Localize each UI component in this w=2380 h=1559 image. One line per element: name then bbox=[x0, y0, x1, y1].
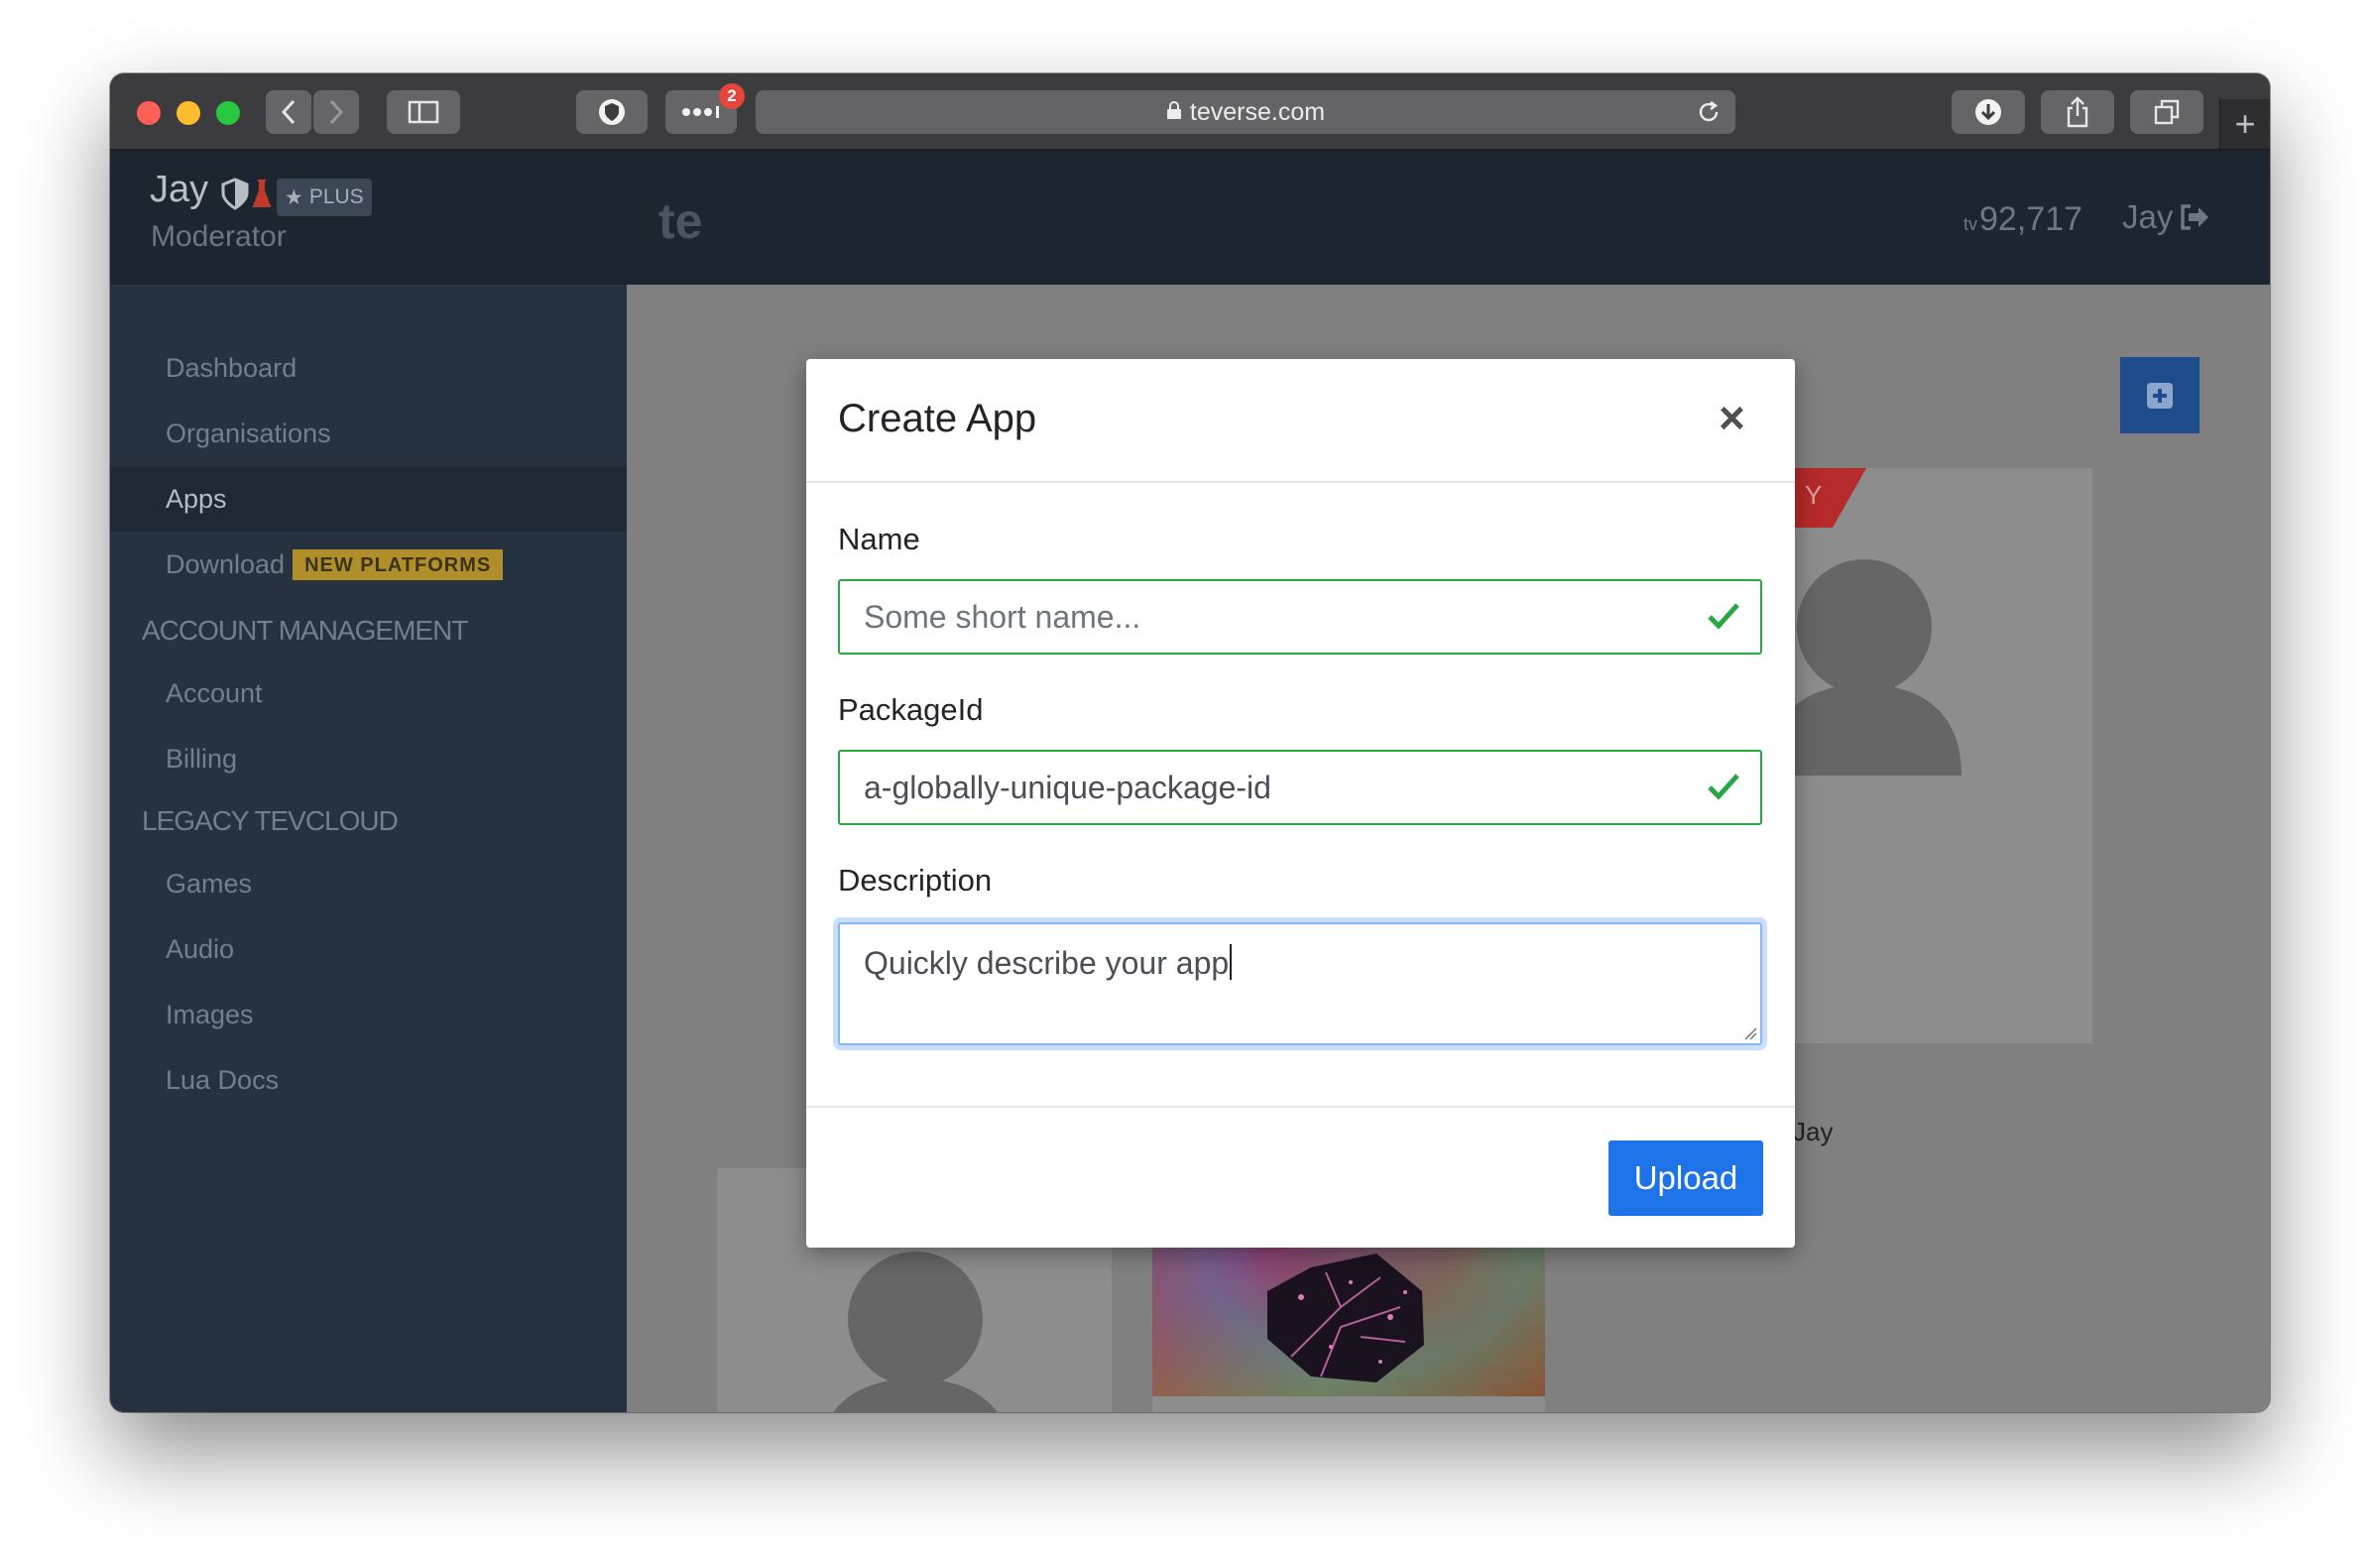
lock-icon bbox=[1166, 98, 1182, 127]
logout-link[interactable]: Jay bbox=[2122, 198, 2210, 236]
valid-check-icon bbox=[1708, 603, 1739, 630]
create-app-modal: Create App × Name Some short name... Pac… bbox=[806, 359, 1795, 1248]
sidebar-user-role: Moderator bbox=[151, 220, 287, 253]
zoom-window-button[interactable] bbox=[216, 101, 240, 125]
tabs-overview-button[interactable] bbox=[2130, 90, 2203, 134]
sign-out-icon bbox=[2181, 204, 2209, 230]
app-card[interactable] bbox=[1755, 468, 2092, 1043]
downloads-button[interactable] bbox=[1952, 90, 2025, 134]
sidebar-header: Jay ★ PLUS Moderator bbox=[110, 151, 627, 285]
package-id-label: PackageId bbox=[838, 692, 984, 727]
sidebar-item-games[interactable]: Games bbox=[110, 851, 627, 916]
minimize-window-button[interactable] bbox=[177, 101, 200, 125]
sidebar-toggle-button[interactable] bbox=[387, 90, 460, 134]
sidebar-item-label: Billing bbox=[166, 743, 238, 774]
chevron-left-icon bbox=[281, 99, 296, 125]
modal-footer-divider bbox=[806, 1106, 1795, 1108]
sidebar-item-label: Account bbox=[166, 677, 263, 708]
sidebar-item-dashboard[interactable]: Dashboard bbox=[110, 335, 627, 401]
forward-button[interactable] bbox=[313, 90, 359, 134]
web-page: Jay ★ PLUS Moderator Dashboard Organisat… bbox=[110, 151, 2270, 1412]
browser-toolbar: 2 teverse.com + bbox=[110, 73, 2270, 151]
sidebar-item-download[interactable]: Download NEW PLATFORMS bbox=[110, 532, 627, 597]
sidebar-icon bbox=[408, 100, 439, 124]
new-tab-button[interactable]: + bbox=[2219, 99, 2270, 149]
card-owner: Jay bbox=[1793, 1117, 1834, 1146]
currency-prefix: tv bbox=[1964, 214, 1978, 234]
download-icon bbox=[1975, 99, 2001, 125]
sidebar-item-label: Lua Docs bbox=[166, 1064, 280, 1095]
package-id-value: a-globally-unique-package-id bbox=[864, 769, 1271, 805]
resize-handle-icon[interactable] bbox=[1743, 1026, 1757, 1040]
account-management-heading: ACCOUNT MANAGEMENT bbox=[142, 615, 468, 646]
share-icon bbox=[2067, 96, 2088, 128]
plus-badge-label: PLUS bbox=[308, 185, 364, 208]
top-user-name: Jay bbox=[2122, 198, 2174, 235]
plus-icon: + bbox=[2234, 103, 2256, 144]
sidebar-item-organisations[interactable]: Organisations bbox=[110, 401, 627, 466]
sidebar-item-audio[interactable]: Audio bbox=[110, 916, 627, 982]
modal-header-divider bbox=[806, 481, 1795, 483]
reload-icon[interactable] bbox=[1696, 99, 1722, 132]
card-ribbon: Y bbox=[1789, 468, 1866, 528]
balance-display: tv92,717 bbox=[1964, 200, 2082, 239]
sidebar-item-lua-docs[interactable]: Lua Docs bbox=[110, 1047, 627, 1113]
sidebar-item-account[interactable]: Account bbox=[110, 660, 627, 726]
flask-icon bbox=[252, 180, 272, 207]
sidebar-item-apps[interactable]: Apps bbox=[110, 466, 627, 532]
sidebar-item-label: Images bbox=[166, 999, 254, 1029]
more-dots-icon bbox=[682, 106, 719, 118]
modal-title: Create App bbox=[838, 397, 1037, 440]
moderator-icons bbox=[221, 177, 277, 217]
sidebar-user-name: Jay bbox=[150, 169, 209, 210]
valid-check-icon bbox=[1708, 774, 1739, 800]
top-navbar: te tv92,717 Jay bbox=[627, 151, 2270, 285]
close-modal-button[interactable]: × bbox=[1719, 395, 1745, 440]
default-avatar-icon bbox=[1767, 559, 1962, 776]
name-label: Name bbox=[838, 522, 920, 556]
tabs-icon bbox=[2154, 99, 2180, 125]
sidebar-item-label: Audio bbox=[166, 933, 235, 964]
star-icon: ★ bbox=[285, 185, 303, 209]
text-caret bbox=[1230, 944, 1233, 980]
back-button[interactable] bbox=[266, 90, 311, 134]
shield-extension-button[interactable] bbox=[576, 90, 648, 134]
sidebar-item-label: Apps bbox=[166, 483, 227, 514]
sidebar-item-label: Dashboard bbox=[166, 352, 298, 383]
sidebar-item-label: Download bbox=[166, 548, 286, 579]
description-textarea[interactable]: Quickly describe your app bbox=[838, 922, 1762, 1045]
description-label: Description bbox=[838, 863, 993, 898]
name-input[interactable]: Some short name... bbox=[838, 579, 1762, 655]
name-placeholder: Some short name... bbox=[864, 598, 1141, 635]
add-app-button[interactable] bbox=[2120, 357, 2200, 433]
chevron-right-icon bbox=[329, 99, 344, 125]
sidebar-item-label: Organisations bbox=[166, 418, 331, 448]
legacy-tevcloud-heading: LEGACY TEVCLOUD bbox=[142, 805, 399, 836]
shield-icon bbox=[221, 178, 249, 210]
brand-logo[interactable]: te bbox=[658, 192, 702, 250]
sidebar-item-billing[interactable]: Billing bbox=[110, 726, 627, 791]
new-platforms-badge: NEW PLATFORMS bbox=[293, 548, 504, 580]
balance-value: 92,717 bbox=[1979, 200, 2083, 238]
notification-badge: 2 bbox=[719, 83, 745, 109]
plus-square-icon bbox=[2147, 382, 2173, 409]
package-id-input[interactable]: a-globally-unique-package-id bbox=[838, 750, 1762, 825]
browser-window: 2 teverse.com + Jay ★ PLUS Moderator Das… bbox=[110, 73, 2270, 1412]
sidebar-item-images[interactable]: Images bbox=[110, 982, 627, 1047]
address-bar[interactable]: teverse.com bbox=[756, 90, 1735, 134]
description-value: Quickly describe your app bbox=[864, 945, 1230, 981]
plus-badge: ★ PLUS bbox=[277, 179, 372, 216]
ribbon-label: Y bbox=[1805, 480, 1823, 510]
sidebar: Jay ★ PLUS Moderator Dashboard Organisat… bbox=[110, 151, 627, 1412]
privacy-shield-icon bbox=[599, 99, 625, 125]
address-url: teverse.com bbox=[1189, 97, 1326, 126]
default-avatar-icon bbox=[833, 1252, 998, 1412]
sidebar-item-label: Games bbox=[166, 868, 253, 899]
upload-button[interactable]: Upload bbox=[1608, 1140, 1763, 1216]
close-window-button[interactable] bbox=[137, 101, 161, 125]
share-button[interactable] bbox=[2041, 90, 2114, 134]
